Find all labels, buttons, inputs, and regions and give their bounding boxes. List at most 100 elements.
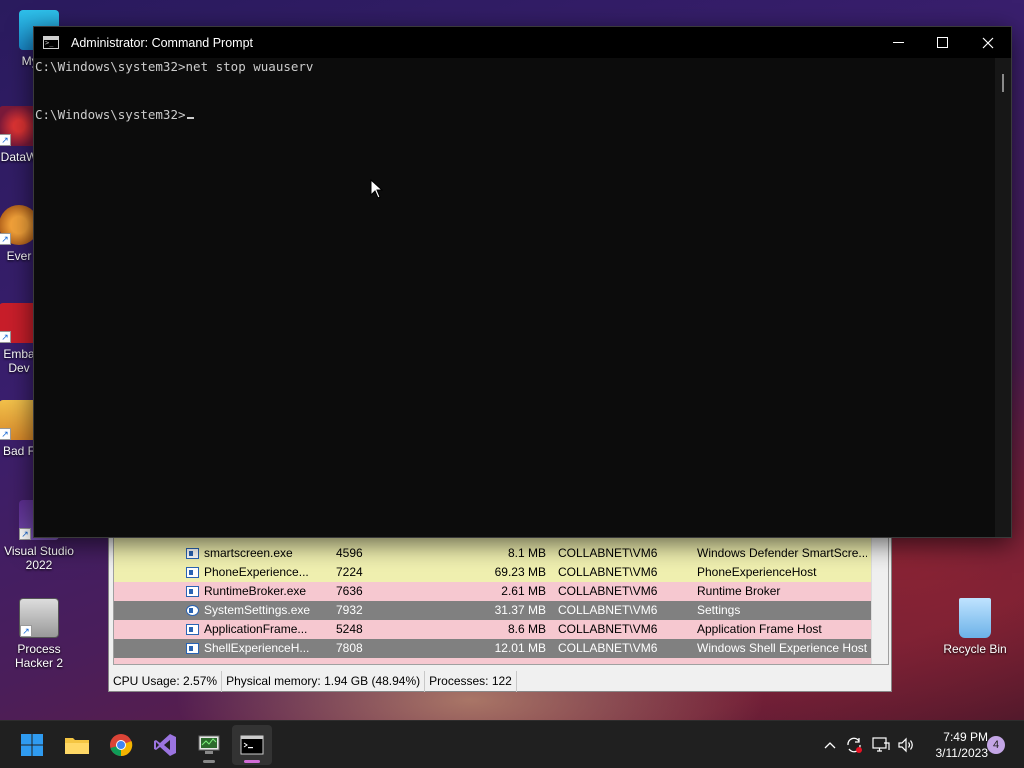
process-memory: 8.1 MB: [507, 546, 546, 560]
table-row[interactable]: [114, 658, 871, 664]
desktop-icon-label: Visual Studio 2022: [4, 544, 74, 572]
status-bar: CPU Usage: 2.57% Physical memory: 1.94 G…: [109, 671, 891, 692]
process-hacker-window[interactable]: smartscreen.exe 4596 8.1 MB COLLABNET\VM…: [108, 536, 892, 692]
clock-date: 3/11/2023: [935, 746, 989, 760]
windows-logo-icon: [21, 734, 43, 756]
process-name: PhoneExperience...: [204, 565, 309, 579]
console-output[interactable]: C:\Windows\system32>net stop wuauserv C:…: [34, 58, 997, 537]
desktop-icon-label: Process Hacker 2: [14, 642, 64, 670]
process-icon: [186, 643, 199, 654]
close-button[interactable]: [965, 27, 1011, 58]
process-icon: [186, 567, 199, 578]
process-pid: 7932: [336, 603, 363, 617]
close-icon: [982, 37, 994, 48]
process-name: smartscreen.exe: [204, 546, 293, 560]
process-hacker-icon: ↗: [19, 598, 59, 638]
console-scrollbar[interactable]: [995, 58, 1011, 537]
process-user: COLLABNET\VM6: [558, 584, 658, 598]
maximize-button[interactable]: [919, 27, 965, 58]
process-memory: 12.01 MB: [494, 641, 546, 655]
gear-icon: [186, 605, 199, 616]
process-description: Windows Defender SmartScre...: [697, 546, 867, 560]
process-pid: 4596: [336, 546, 363, 560]
process-description: Application Frame Host: [697, 622, 822, 636]
process-pid: 7224: [336, 565, 363, 579]
process-memory: 8.6 MB: [507, 622, 546, 636]
process-user: COLLABNET\VM6: [558, 641, 658, 655]
process-icon: [186, 624, 199, 635]
tray-volume-button[interactable]: [896, 735, 916, 755]
visual-studio-icon: [154, 734, 176, 756]
table-row[interactable]: [114, 538, 871, 544]
taskbar-clock[interactable]: 7:49 PM 3/11/2023: [922, 729, 989, 761]
process-user: COLLABNET\VM6: [558, 565, 658, 579]
console-prompt-line: C:\Windows\system32>: [35, 107, 194, 122]
table-row[interactable]: smartscreen.exe 4596 8.1 MB COLLABNET\VM…: [114, 544, 871, 563]
speaker-icon: [898, 737, 913, 753]
process-description: PhoneExperienceHost: [697, 565, 817, 579]
mouse-pointer-icon: [370, 179, 384, 199]
table-row[interactable]: RuntimeBroker.exe 7636 2.61 MB COLLABNET…: [114, 582, 871, 601]
folder-icon: [65, 738, 89, 754]
process-pid: 5248: [336, 622, 363, 636]
process-pid: 7636: [336, 584, 363, 598]
chrome-icon: [110, 734, 133, 757]
cpu-usage: CPU Usage: 2.57%: [109, 671, 223, 692]
taskbar-command-prompt[interactable]: [232, 725, 272, 765]
window-title: Administrator: Command Prompt: [71, 35, 254, 50]
command-prompt-icon: [240, 735, 264, 755]
process-memory: 31.37 MB: [494, 603, 546, 617]
running-indicator: [203, 760, 215, 763]
process-description: Settings: [697, 603, 741, 617]
command-prompt-window[interactable]: Administrator: Command Prompt C:\Windows…: [33, 26, 1012, 538]
console-prompt: C:\Windows\system32>: [35, 107, 186, 122]
notification-badge[interactable]: 4: [987, 736, 1005, 754]
running-indicator: [244, 760, 260, 763]
taskbar: 7:49 PM 3/11/2023 4: [0, 720, 1024, 768]
table-row[interactable]: PhoneExperience... 7224 69.23 MB COLLABN…: [114, 563, 871, 582]
taskbar-process-hacker[interactable]: [189, 725, 229, 765]
table-row[interactable]: ApplicationFrame... 5248 8.6 MB COLLABNE…: [114, 620, 871, 639]
process-user: COLLABNET\VM6: [558, 603, 658, 617]
taskbar-visual-studio[interactable]: [145, 725, 185, 765]
process-icon: [186, 548, 199, 559]
chevron-up-icon: [824, 742, 836, 749]
process-user: COLLABNET\VM6: [558, 622, 658, 636]
network-icon: [872, 737, 890, 752]
process-description: Runtime Broker: [697, 584, 781, 598]
scrollbar-thumb[interactable]: [1002, 74, 1004, 92]
process-name: RuntimeBroker.exe: [204, 584, 307, 598]
process-memory: 69.23 MB: [494, 565, 546, 579]
process-list[interactable]: smartscreen.exe 4596 8.1 MB COLLABNET\VM…: [113, 537, 889, 665]
process-name: ApplicationFrame...: [204, 622, 308, 636]
show-hidden-icons-button[interactable]: [820, 735, 840, 755]
desktop-icon-process-hacker-2[interactable]: ↗ Process Hacker 2: [0, 598, 78, 670]
process-hacker-icon: [198, 735, 220, 754]
process-icon: [186, 586, 199, 597]
physical-memory: Physical memory: 1.94 GB (48.94%): [222, 671, 426, 692]
taskbar-file-explorer[interactable]: [57, 725, 97, 765]
tray-sync-icon-button[interactable]: [844, 735, 864, 755]
text-cursor: [186, 117, 194, 119]
process-list-scrollbar[interactable]: [871, 538, 888, 664]
command-prompt-icon[interactable]: [43, 36, 59, 49]
process-memory: 2.61 MB: [501, 584, 546, 598]
process-name: SystemSettings.exe: [204, 603, 311, 617]
recycle-bin-icon: [959, 598, 991, 638]
desktop-icon-recycle-bin[interactable]: Recycle Bin: [936, 598, 1014, 656]
taskbar-chrome[interactable]: [101, 725, 141, 765]
sync-icon: [847, 737, 862, 753]
title-bar[interactable]: Administrator: Command Prompt: [34, 27, 1011, 58]
console-line: C:\Windows\system32>net stop wuauserv: [35, 59, 314, 74]
process-user: COLLABNET\VM6: [558, 546, 658, 560]
table-row[interactable]: ShellExperienceH... 7808 12.01 MB COLLAB…: [114, 639, 871, 658]
minimize-button[interactable]: [875, 27, 921, 58]
tray-network-button[interactable]: [871, 735, 891, 755]
clock-time: 7:49 PM: [943, 730, 988, 744]
process-description: Windows Shell Experience Host: [697, 641, 867, 655]
process-name: ShellExperienceH...: [204, 641, 310, 655]
process-count: Processes: 122: [425, 671, 517, 692]
start-button[interactable]: [12, 725, 52, 765]
desktop-icon-label: Recycle Bin: [943, 642, 1007, 656]
table-row[interactable]: SystemSettings.exe 7932 31.37 MB COLLABN…: [114, 601, 871, 620]
